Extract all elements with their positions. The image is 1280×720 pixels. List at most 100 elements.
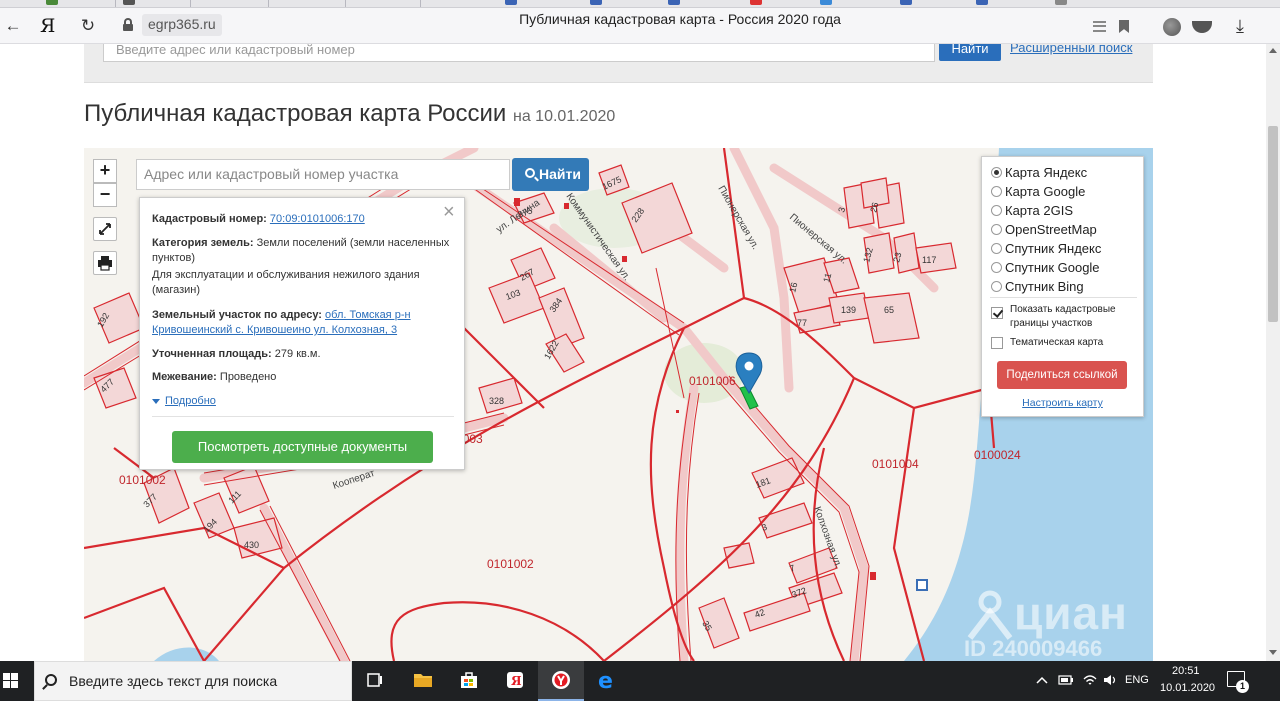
tab-favicon[interactable] — [590, 0, 602, 5]
cadastral-map[interactable]: 0101006010100301010040100024010100201010… — [84, 148, 1153, 661]
advanced-search-link[interactable]: Расширенный поиск — [1010, 44, 1132, 55]
expand-icon — [99, 223, 111, 235]
wifi-icon[interactable] — [1082, 673, 1098, 687]
print-button[interactable] — [93, 251, 117, 275]
back-icon[interactable]: ← — [2, 16, 24, 36]
cian-brand-text: циан — [1014, 587, 1128, 639]
poi-marker[interactable] — [916, 579, 928, 591]
layer-option[interactable]: OpenStreetMap — [991, 222, 1097, 240]
layer-option-label[interactable]: Спутник Google — [1005, 260, 1100, 275]
taskbar-store[interactable] — [446, 661, 492, 701]
layer-option-label[interactable]: Карта Google — [1005, 184, 1085, 199]
tab-favicon[interactable] — [820, 0, 832, 5]
tab-favicon[interactable] — [976, 0, 988, 5]
yandex-logo[interactable]: Я — [40, 15, 55, 37]
map-layer-panel: Карта Яндекс Карта Google Карта 2GIS OpenSt… — [981, 156, 1144, 417]
taskbar-search-placeholder[interactable]: Введите здесь текст для поиска — [69, 673, 277, 689]
clock-time[interactable]: 20:51 — [1172, 665, 1200, 677]
radio-button[interactable] — [991, 205, 1002, 216]
area-label: Уточненная площадь: — [152, 348, 272, 360]
panel-divider — [990, 297, 1137, 298]
layer-option[interactable]: Карта 2GIS — [991, 203, 1073, 221]
page-scrollbar[interactable] — [1266, 44, 1280, 661]
layer-option-label[interactable]: OpenStreetMap — [1005, 222, 1097, 237]
address-bar: ← Я ↻ egrp365.ru Публичная кадастровая к… — [0, 8, 1280, 44]
view-documents-button[interactable]: Посмотреть доступные документы — [172, 431, 433, 463]
site-search-button[interactable]: Найти — [939, 44, 1001, 61]
layer-option-label[interactable]: Спутник Яндекс — [1005, 241, 1101, 256]
lock-icon[interactable] — [123, 18, 133, 31]
taskbar-explorer[interactable] — [400, 661, 446, 701]
layer-option-label[interactable]: Спутник Bing — [1005, 279, 1084, 294]
tab-strip[interactable] — [0, 0, 1280, 8]
site-search-input[interactable]: Введите адрес или кадастровый номер — [103, 44, 935, 62]
show-boundaries-checkbox[interactable] — [991, 307, 1003, 319]
scroll-thumb[interactable] — [1268, 126, 1278, 322]
map-search-button[interactable]: Найти — [512, 158, 589, 191]
taskbar-search-box[interactable]: Введите здесь текст для поиска — [34, 661, 352, 701]
details-link[interactable]: Подробно — [165, 395, 216, 407]
taskbar-yandex-browser[interactable] — [538, 661, 584, 701]
volume-icon[interactable] — [1102, 673, 1118, 687]
radio-button[interactable] — [991, 186, 1002, 197]
configure-map-link[interactable]: Настроить карту — [982, 397, 1143, 409]
thematic-map-checkbox[interactable] — [991, 337, 1003, 349]
layer-option[interactable]: Спутник Яндекс — [991, 241, 1101, 259]
taskbar-yandex-browser-legacy[interactable]: Я — [492, 661, 538, 701]
layer-option[interactable]: Спутник Google — [991, 260, 1100, 278]
download-icon[interactable]: ⤓ — [1230, 16, 1250, 36]
tab-favicon[interactable] — [750, 0, 762, 5]
zoom-out-button[interactable]: − — [93, 183, 117, 207]
tab-favicon[interactable] — [900, 0, 912, 5]
share-link-button[interactable]: Поделиться ссылкой — [997, 361, 1127, 389]
tab-favicon[interactable] — [668, 0, 680, 5]
fullscreen-button[interactable] — [93, 217, 117, 241]
tab-favicon[interactable] — [1055, 0, 1067, 5]
area-value: 279 кв.м. — [274, 348, 321, 360]
details-toggle[interactable]: Подробно — [152, 394, 452, 409]
thematic-map-label[interactable]: Тематическая карта — [1010, 336, 1103, 350]
layer-option-label[interactable]: Карта Яндекс — [1005, 165, 1087, 180]
url-domain[interactable]: egrp365.ru — [142, 14, 222, 36]
map-search-button-label: Найти — [539, 166, 581, 182]
radio-button[interactable] — [991, 224, 1002, 235]
show-boundaries-label[interactable]: Показать кадастровые границы участков — [1010, 303, 1135, 331]
url-field[interactable]: egrp365.ru — [115, 14, 1145, 38]
scroll-up-icon[interactable] — [1269, 48, 1277, 53]
cadastral-number-link[interactable]: 70:09:0101006:170 — [270, 213, 365, 225]
map-search-input[interactable]: Адрес или кадастровый номер участка — [136, 159, 510, 190]
location-pin-icon[interactable] — [735, 352, 763, 394]
layer-option-label[interactable]: Карта 2GIS — [1005, 203, 1073, 218]
task-view-button[interactable] — [352, 661, 398, 701]
chevron-up-icon[interactable] — [1036, 675, 1048, 685]
windows-logo-icon — [3, 673, 10, 680]
radio-button[interactable] — [991, 262, 1002, 273]
layer-option[interactable]: Карта Яндекс — [991, 165, 1087, 183]
notification-icon[interactable]: 1 — [1227, 671, 1249, 693]
quarter-label: 0101004 — [872, 457, 919, 471]
zoom-in-button[interactable]: + — [93, 159, 117, 183]
layer-option[interactable]: Карта Google — [991, 184, 1085, 202]
scroll-down-icon[interactable] — [1269, 650, 1277, 655]
tab-favicon[interactable] — [123, 0, 135, 5]
area-row: Уточненная площадь: 279 кв.м. — [152, 347, 452, 362]
battery-icon[interactable] — [1058, 674, 1074, 686]
layer-option[interactable]: Спутник Bing — [991, 279, 1084, 297]
tab-favicon[interactable] — [505, 0, 517, 5]
land-category-row: Категория земель: Земли поселений (земли… — [152, 236, 452, 266]
taskbar-edge[interactable]: e — [584, 661, 630, 701]
cian-watermark: циан ID 240009466 — [964, 587, 1153, 661]
folder-icon — [414, 674, 432, 687]
clock-date[interactable]: 10.01.2020 — [1160, 682, 1215, 694]
reload-icon[interactable]: ↻ — [77, 16, 99, 36]
reader-mode-icon[interactable] — [1093, 21, 1106, 32]
tab-favicon[interactable] — [46, 0, 58, 5]
parcel-number: 117 — [922, 255, 936, 265]
input-language[interactable]: ENG — [1125, 674, 1149, 686]
radio-button[interactable] — [991, 167, 1002, 178]
extension-icon[interactable] — [1163, 18, 1181, 36]
radio-button[interactable] — [991, 243, 1002, 254]
protect-icon[interactable] — [1192, 21, 1212, 33]
radio-button[interactable] — [991, 281, 1002, 292]
start-button[interactable] — [0, 661, 34, 701]
